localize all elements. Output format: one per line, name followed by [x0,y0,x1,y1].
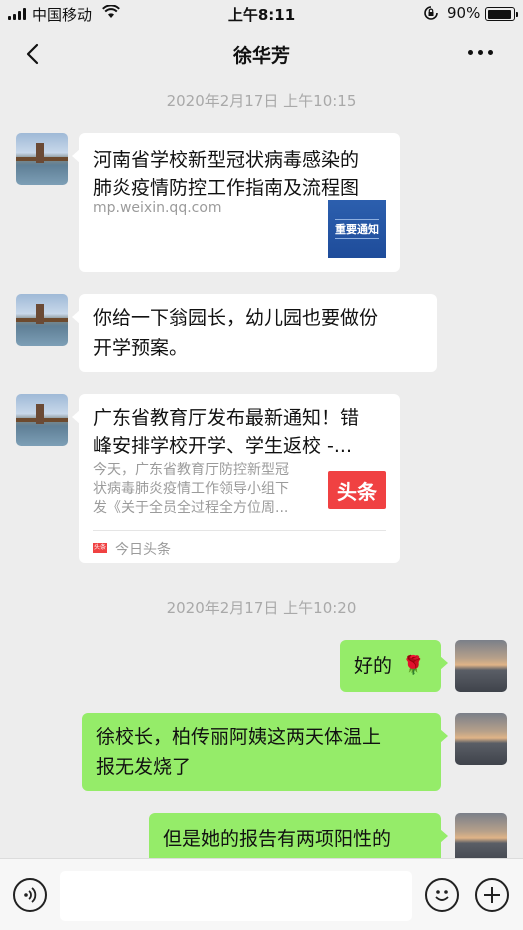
sent-text-message[interactable]: 好的 🌹 [340,640,448,692]
self-avatar[interactable] [455,713,507,765]
chat-title: 徐华芳 [232,45,290,67]
contact-avatar[interactable] [16,133,68,185]
message-input[interactable] [60,871,412,921]
contact-avatar[interactable] [16,394,68,446]
rotation-lock-icon [424,6,438,20]
card-title-line2: 肺炎疫情防控工作指南及流程图 [93,177,360,199]
text-message[interactable]: 你给一下翁园长，幼儿园也要做份 开学预案。 [72,294,437,372]
rose-emoji: 🌹 [402,655,425,676]
message-timestamp: 2020年2月17日 上午10:20 [166,599,357,617]
message-timestamp: 2020年2月17日 上午10:15 [166,92,357,110]
more-icon[interactable] [468,50,498,58]
card-source: mp.weixin.qq.com [93,200,222,216]
card-divider [93,530,386,531]
card-title-line1: 广东省教育厅发布最新通知！错 [93,407,360,429]
self-avatar[interactable] [455,640,507,692]
battery-percent: 90% [447,4,481,22]
toutiao-source-icon: 头条 [93,543,107,553]
card-source: 今日头条 [115,542,171,558]
message-line: 报无发烧了 [96,756,192,778]
card-desc-line1: 今天，广东省教育厅防控新型冠 [93,462,289,478]
card-desc-line3: 发《关于全员全过程全方位周... [93,500,289,516]
status-bar: 中国移动 上午8:11 90% [0,0,523,28]
voice-toggle-icon[interactable] [13,878,47,912]
emoji-icon[interactable] [425,878,459,912]
card-desc-line2: 状病毒肺炎疫情工作领导小组下 [93,481,289,497]
input-bar [0,858,523,930]
chat-header: 徐华芳 [0,28,523,80]
message-line: 徐校长，柏传丽阿姨这两天体温上 [96,726,382,748]
message-line: 你给一下翁园长，幼儿园也要做份 [93,307,379,329]
sent-text-message[interactable]: 徐校长，柏传丽阿姨这两天体温上 报无发烧了 [82,713,448,791]
card-title-line2: 峰安排学校开学、学生返校 -... [93,435,353,457]
message-text: 好的 [354,655,393,677]
card-title-line1: 河南省学校新型冠状病毒感染的 [93,149,360,171]
message-line: 开学预案。 [93,337,189,359]
news-card-message[interactable]: 广东省教育厅发布最新通知！错 峰安排学校开学、学生返校 -... 今天，广东省教… [72,394,400,563]
contact-avatar[interactable] [16,294,68,346]
clock: 上午8:11 [227,6,296,24]
message-text: 但是她的报告有两项阳性的 [163,828,392,850]
toutiao-thumbnail: 头条 [328,471,386,509]
battery-icon [485,7,518,21]
link-card-message[interactable]: 河南省学校新型冠状病毒感染的 肺炎疫情防控工作指南及流程图 mp.weixin.… [72,133,400,272]
add-icon[interactable] [475,878,509,912]
card-thumbnail: 重要通知 [328,200,386,258]
